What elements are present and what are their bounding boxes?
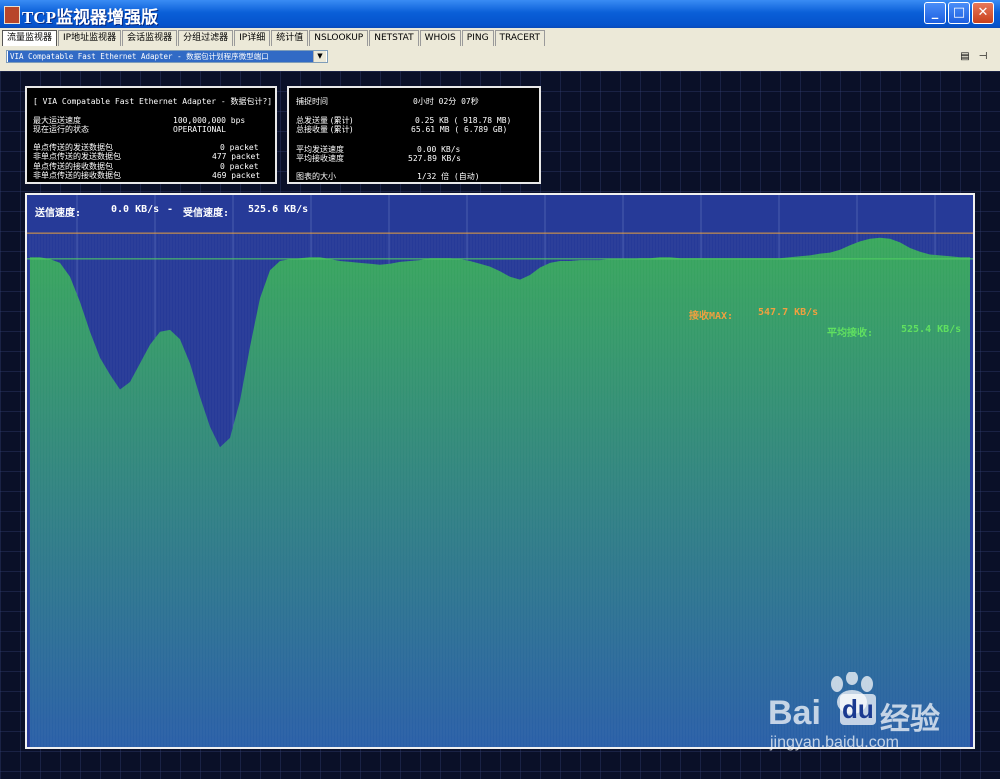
capture-info-panel: 捕捉时间 0小时 02分 07秒 总发送量 (累计) 0.25 KB ( 918…: [287, 86, 541, 184]
packet-label: 非单点传送的发送数据包: [33, 152, 121, 161]
traffic-chart: [27, 195, 973, 747]
tab-session-monitor[interactable]: 会话监视器: [122, 30, 178, 46]
watermark-brand: Bai: [768, 694, 821, 732]
send-speed-value: 0.0 KB/s: [111, 204, 160, 215]
tab-strip: 流量监视器 IP地址监视器 会话监视器 分组过滤器 IP详细 统计值 NSLOO…: [2, 30, 546, 46]
packet-value: 0 packet: [220, 143, 259, 152]
maximize-button[interactable]: □: [948, 2, 970, 24]
watermark-brand-du: du: [840, 694, 876, 725]
total-recv-label: 总接收量 (累计): [296, 125, 353, 134]
adapter-select[interactable]: VIA Compatable Fast Ethernet Adapter - 数…: [6, 50, 328, 63]
packet-label: 非单点传送的接收数据包: [33, 171, 121, 180]
close-button[interactable]: ✕: [972, 2, 994, 24]
total-sent-value: 0.25 KB ( 918.78 MB): [415, 116, 512, 125]
max-speed-label: 最大运送速度: [33, 116, 81, 125]
capture-time-value: 0小时 02分 07秒: [413, 97, 479, 106]
tab-whois[interactable]: WHOIS: [419, 30, 461, 46]
avg-recv-label: 平均接收:: [827, 328, 874, 339]
packet-label: 单点传送的接收数据包: [33, 162, 113, 171]
avg-recv-label: 平均接收速度: [296, 154, 344, 163]
window-title: TCP监视器增强版: [22, 8, 158, 27]
list-icon[interactable]: ▤: [959, 51, 971, 62]
minimize-button[interactable]: _: [924, 2, 946, 24]
avg-send-label: 平均发送速度: [296, 145, 344, 154]
adapter-info-panel: [ VIA Compatable Fast Ethernet Adapter -…: [25, 86, 277, 184]
watermark-url: jingyan.baidu.com: [770, 734, 899, 751]
send-speed-label: 送信速度:: [35, 208, 82, 219]
recv-speed-label: 受信速度:: [183, 208, 230, 219]
tab-tracert[interactable]: TRACERT: [494, 30, 545, 46]
max-recv-value: 547.7 KB/s: [758, 307, 819, 318]
watermark-brand-jingyan: 经验: [880, 703, 940, 736]
chevron-down-icon[interactable]: ▼: [313, 51, 326, 62]
recv-speed-value: 525.6 KB/s: [248, 204, 309, 215]
adapter-info-header: [ VIA Compatable Fast Ethernet Adapter -…: [33, 97, 273, 106]
pin-icon[interactable]: ⊣: [977, 51, 989, 62]
packet-value: 469 packet: [212, 171, 261, 180]
tab-netstat[interactable]: NETSTAT: [369, 30, 419, 46]
total-sent-label: 总发送量 (累计): [296, 116, 353, 125]
graph-scale-value: 1/32 倍 (自动): [417, 172, 480, 181]
max-speed-value: 100,000,000 bps: [173, 116, 246, 125]
tab-ip-monitor[interactable]: IP地址监视器: [58, 30, 122, 46]
packet-value: 0 packet: [220, 162, 259, 171]
app-icon: [4, 6, 20, 24]
traffic-graph: 送信速度: 0.0 KB/s - 受信速度: 525.6 KB/s 接收MAX:…: [25, 193, 975, 749]
tab-ping[interactable]: PING: [461, 30, 494, 46]
capture-time-label: 捕捉时间: [296, 97, 328, 106]
packet-value: 477 packet: [212, 152, 261, 161]
avg-recv-value: 525.4 KB/s: [901, 324, 962, 335]
speed-separator: -: [167, 204, 174, 215]
avg-recv-value: 527.89 KB/s: [408, 154, 461, 163]
status-value: OPERATIONAL: [173, 125, 226, 134]
tab-ip-detail[interactable]: IP详细: [234, 30, 271, 46]
avg-send-value: 0.00 KB/s: [417, 145, 461, 154]
title-bar: TCP监视器增强版 _ □ ✕: [0, 0, 1000, 28]
tab-statistics[interactable]: 统计值: [271, 30, 309, 46]
status-label: 现在运行的状态: [33, 125, 89, 134]
packet-label: 单点传送的发送数据包: [33, 143, 113, 152]
tab-nslookup[interactable]: NSLOOKUP: [309, 30, 369, 46]
max-recv-label: 接收MAX:: [689, 311, 734, 322]
tab-traffic-monitor[interactable]: 流量监视器: [2, 30, 58, 46]
total-recv-value: 65.61 MB ( 6.789 GB): [411, 125, 508, 134]
tab-packet-filter[interactable]: 分组过滤器: [178, 30, 234, 46]
graph-scale-label: 图表的大小: [296, 172, 336, 181]
adapter-select-value: VIA Compatable Fast Ethernet Adapter - 数…: [8, 51, 313, 62]
